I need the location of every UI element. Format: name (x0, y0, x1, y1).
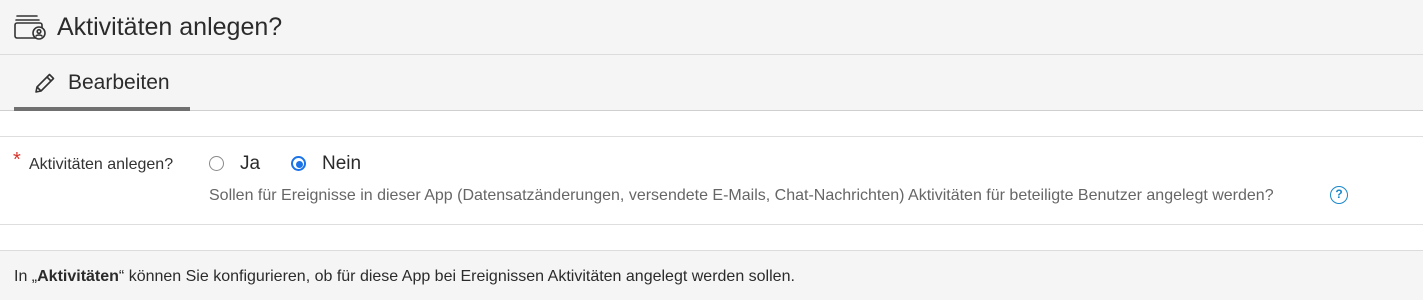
page-header: Aktivitäten anlegen? (0, 0, 1423, 55)
footer-prefix: In „ (14, 268, 38, 285)
radio-nein[interactable]: Nein (291, 153, 371, 177)
footer-suffix: “ können Sie konfigurieren, ob für diese… (118, 268, 795, 285)
help-text: Sollen für Ereignisse in dieser App (Dat… (209, 187, 1274, 204)
question-circle-icon[interactable]: ? (1330, 186, 1348, 204)
required-marker: * (13, 149, 21, 171)
radio-circle-checked[interactable] (291, 156, 306, 171)
radio-circle[interactable] (209, 156, 224, 171)
page-title: Aktivitäten anlegen? (57, 13, 283, 41)
wallet-user-icon (14, 15, 46, 40)
footer-bold: Aktivitäten (37, 268, 119, 285)
tab-label: Bearbeiten (68, 71, 170, 94)
tab-bar: Bearbeiten (0, 55, 1423, 111)
info-footer: In „Aktivitäten“ können Sie konfiguriere… (0, 250, 1423, 300)
pencil-icon (35, 73, 55, 93)
radio-ja[interactable]: Ja (209, 153, 269, 177)
radio-label-nein: Nein (322, 153, 362, 174)
form-row-aktivitaeten: * Aktivitäten anlegen? Ja Nein Sollen fü… (0, 136, 1423, 225)
field-label: Aktivitäten anlegen? (29, 156, 174, 173)
tab-bearbeiten[interactable]: Bearbeiten (14, 55, 190, 111)
footer-text: In „Aktivitäten“ können Sie konfiguriere… (14, 266, 795, 288)
radio-label-ja: Ja (240, 153, 261, 174)
